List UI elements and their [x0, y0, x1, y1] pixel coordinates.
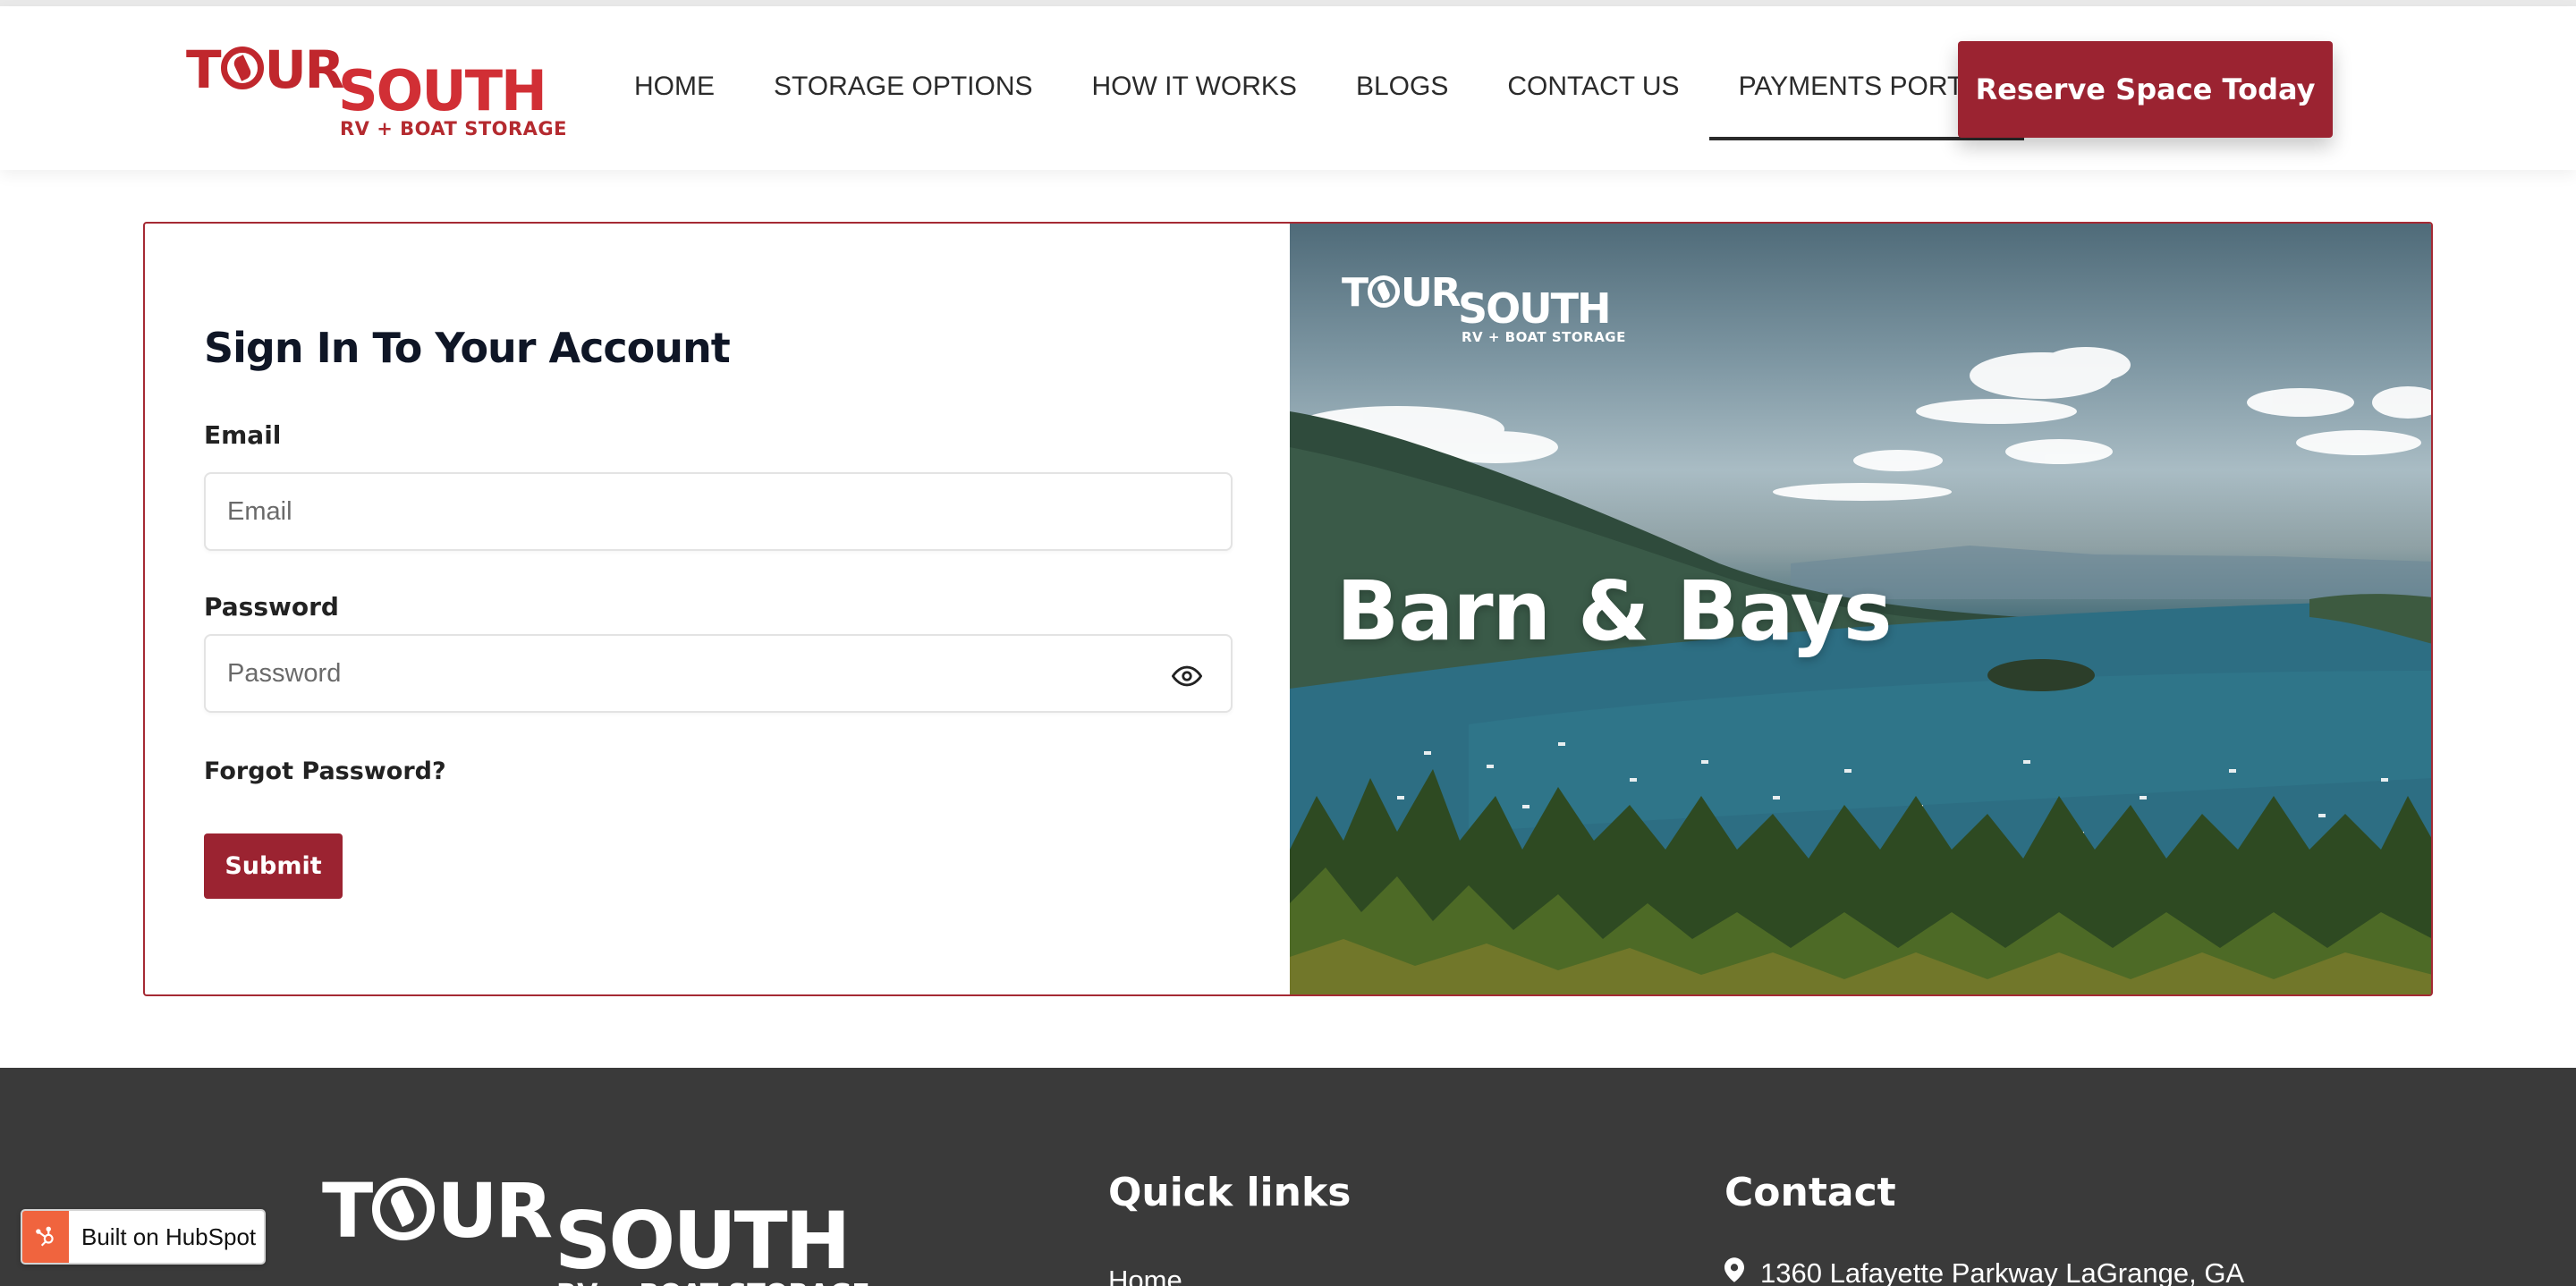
footer-link-home[interactable]: Home — [1108, 1265, 1182, 1286]
reserve-space-button[interactable]: Reserve Space Today — [1958, 41, 2333, 138]
hubspot-label: Built on HubSpot — [81, 1223, 257, 1250]
forgot-password-link[interactable]: Forgot Password? — [204, 757, 446, 785]
logo-wordmark: T UR — [186, 39, 344, 100]
contact-address: 1360 Lafayette Parkway LaGrange, GA — [1724, 1257, 2244, 1286]
map-pin-icon — [1724, 1257, 1744, 1286]
nav-how-it-works[interactable]: HOW IT WORKS — [1063, 6, 1326, 136]
email-label: Email — [204, 420, 282, 450]
compass-icon — [1368, 275, 1401, 308]
top-border — [0, 0, 2576, 6]
nav-blogs[interactable]: BLOGS — [1326, 6, 1478, 136]
nav-contact-us[interactable]: CONTACT US — [1478, 6, 1708, 136]
nav-home[interactable]: HOME — [605, 6, 744, 136]
address-text: 1360 Lafayette Parkway LaGrange, GA — [1760, 1257, 2245, 1286]
logo-tagline: RV + BOAT STORAGE — [340, 118, 567, 140]
site-footer: TUR SOUTH RV + BOAT STORAGE Quick links … — [0, 1068, 2576, 1286]
footer-logo-tagline: RV + BOAT STORAGE — [556, 1279, 870, 1286]
quick-links-heading: Quick links — [1108, 1170, 1352, 1215]
hero-image: T UR SOUTH RV + BOAT STORAGE Barn & Bays — [1290, 224, 2431, 994]
logo-south: SOUTH — [338, 58, 547, 123]
hero-logo: T UR SOUTH RV + BOAT STORAGE — [1342, 270, 1628, 346]
hubspot-icon — [22, 1211, 69, 1263]
main-nav: HOME STORAGE OPTIONS HOW IT WORKS BLOGS … — [605, 6, 2024, 140]
compass-icon — [372, 1178, 436, 1240]
hero-logo-tagline: RV + BOAT STORAGE — [1462, 329, 1626, 345]
eye-icon[interactable] — [1171, 661, 1203, 691]
footer-logo-south: SOUTH — [555, 1195, 851, 1286]
signin-card: Sign In To Your Account Email Password F… — [143, 222, 2433, 996]
password-field[interactable] — [204, 634, 1233, 713]
signin-title: Sign In To Your Account — [204, 324, 731, 372]
hero-title: Barn & Bays — [1336, 563, 1892, 659]
submit-button[interactable]: Submit — [204, 833, 343, 899]
hero-logo-wordmark: T UR — [1342, 270, 1462, 316]
nav-storage-options[interactable]: STORAGE OPTIONS — [744, 6, 1063, 136]
footer-logo-wordmark: T UR — [322, 1167, 553, 1255]
hero-logo-south: SOUTH — [1458, 284, 1611, 333]
password-label: Password — [204, 592, 339, 622]
hubspot-badge[interactable]: Built on HubSpot — [21, 1209, 266, 1265]
signin-form: Sign In To Your Account Email Password F… — [145, 224, 1290, 994]
compass-icon — [220, 47, 264, 89]
email-field[interactable] — [204, 472, 1233, 551]
brand-logo[interactable]: T UR SOUTH RV + BOAT STORAGE — [186, 39, 567, 140]
contact-heading: Contact — [1724, 1170, 1896, 1215]
footer-logo[interactable]: TUR SOUTH RV + BOAT STORAGE — [322, 1167, 870, 1286]
site-header: T UR SOUTH RV + BOAT STORAGE HOME STORAGE… — [0, 6, 2576, 170]
